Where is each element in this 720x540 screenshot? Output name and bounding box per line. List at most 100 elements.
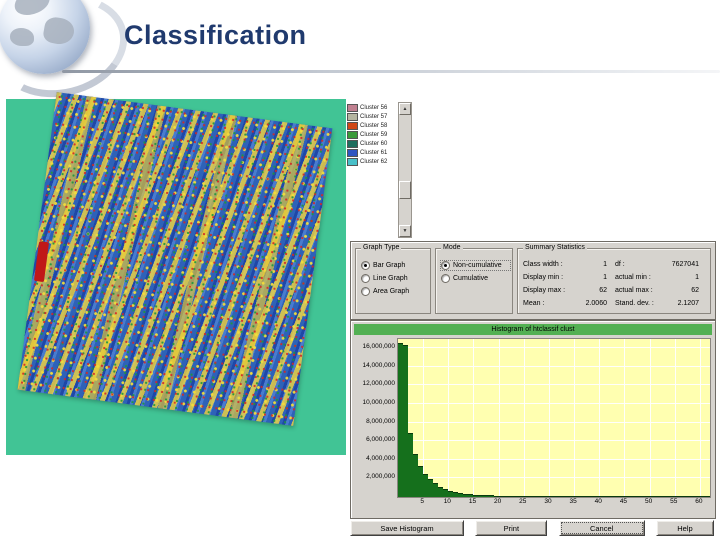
mode-label: Mode (441, 244, 463, 251)
histogram-title: Histogram of htclassif clust (354, 324, 712, 335)
radio-option-area-graph[interactable]: Area Graph (361, 287, 428, 296)
legend-item[interactable]: Cluster 58 (347, 121, 397, 130)
v-gridline (574, 339, 576, 497)
y-tick-label: 10,000,000 (362, 399, 395, 407)
red-cluster-region (33, 241, 50, 283)
v-gridline (548, 339, 550, 497)
stat-row: Mean : 2.0060 (523, 297, 615, 310)
radio-option-bar-graph[interactable]: Bar Graph (361, 261, 428, 270)
stats-col-left: Class width : 1 Display min : 1 Display max … (523, 258, 615, 310)
x-tick-label: 5 (420, 498, 424, 505)
legend-item-label: Cluster 62 (360, 158, 388, 165)
summary-statistics-groupbox: Summary Statistics Class width :1 Display… (517, 244, 711, 314)
stat-row: Class width : 1 (523, 258, 615, 271)
radio-button-icon (441, 261, 450, 270)
y-tick-label: 8,000,000 (366, 417, 395, 425)
radio-option-label: Line Graph (373, 275, 408, 282)
stat-row: Display min : 1 (523, 271, 615, 284)
legend-item-label: Cluster 60 (360, 140, 388, 147)
radio-button-icon (361, 274, 370, 283)
legend-item[interactable]: Cluster 56 (347, 103, 397, 112)
histogram-plot (397, 338, 711, 498)
globe-logo-icon (0, 0, 139, 111)
legend-item-label: Cluster 58 (360, 122, 388, 129)
y-tick-label: 4,000,000 (366, 454, 395, 462)
radio-option-cumulative[interactable]: Cumulative (441, 274, 510, 283)
stat-value: 1 (695, 274, 699, 281)
slide: Classification Cluster 56 Cluster 57 Clust… (0, 0, 720, 540)
graph-type-groupbox: Graph Type Bar Graph Line Graph Area Graph (355, 244, 431, 314)
v-gridline (498, 339, 500, 497)
stat-label: Display max : (523, 287, 566, 294)
radio-option-label: Non-cumulative (453, 262, 502, 269)
stat-label: df : (615, 261, 625, 268)
x-tick-label: 35 (569, 498, 577, 505)
legend-color-chip (347, 121, 358, 130)
summary-statistics-table: Class width : 1 Display min : 1 Display max … (523, 258, 707, 310)
v-gridline (674, 339, 676, 497)
legend-item[interactable]: Cluster 57 (347, 112, 397, 121)
histogram-options-dialog: Graph Type Bar Graph Line Graph Area Graph… (350, 241, 716, 320)
v-gridline (448, 339, 450, 497)
scroll-up-icon[interactable]: ▲ (399, 103, 411, 115)
legend-item-label: Cluster 56 (360, 104, 388, 111)
radio-option-line-graph[interactable]: Line Graph (361, 274, 428, 283)
x-tick-label: 55 (670, 498, 678, 505)
h-gridline (398, 365, 710, 367)
histogram-bar (704, 496, 710, 497)
globe-land-icon (10, 28, 34, 46)
h-gridline (398, 421, 710, 423)
v-gridline (699, 339, 701, 497)
legend-item-label: Cluster 59 (360, 131, 388, 138)
legend-color-chip (347, 148, 358, 157)
save-histogram-button[interactable]: Save Histogram (350, 520, 464, 536)
globe-land-icon (11, 0, 53, 19)
v-gridline (473, 339, 475, 497)
page-title: Classification (124, 20, 307, 50)
x-tick-label: 10 (443, 498, 451, 505)
stat-value: 1 (603, 274, 607, 281)
legend-color-chip (347, 139, 358, 148)
cluster-legend-list: Cluster 56 Cluster 57 Cluster 58 Cluster 59… (347, 103, 397, 166)
scrollbar-thumb[interactable] (399, 180, 411, 199)
stat-row: df : 7627041 (615, 258, 707, 271)
dialog-button-row: Save Histogram Print Cancel Help (350, 520, 714, 536)
radio-option-non-cumulative[interactable]: Non-cumulative (440, 260, 511, 271)
stat-label: Stand. dev. : (615, 300, 654, 307)
help-button[interactable]: Help (655, 520, 714, 536)
radio-option-label: Cumulative (453, 275, 489, 282)
stat-row: actual max : 62 (615, 284, 707, 297)
h-gridline (398, 384, 710, 386)
legend-scrollbar[interactable]: ▲ ▼ (398, 102, 412, 238)
stat-value: 62 (599, 287, 607, 294)
cluster-legend: Cluster 56 Cluster 57 Cluster 58 Cluster 59… (346, 102, 412, 238)
x-tick-label: 60 (695, 498, 703, 505)
classified-image-panel (6, 92, 346, 455)
x-tick-label: 20 (494, 498, 502, 505)
x-tick-label: 25 (519, 498, 527, 505)
radio-option-label: Area Graph (373, 288, 410, 295)
y-tick-label: 12,000,000 (362, 380, 395, 388)
print-button[interactable]: Print (475, 520, 548, 536)
legend-item[interactable]: Cluster 61 (347, 148, 397, 157)
x-tick-label: 50 (644, 498, 653, 505)
radio-option-label: Bar Graph (373, 262, 406, 269)
legend-item[interactable]: Cluster 59 (347, 130, 397, 139)
globe-land-icon (41, 15, 77, 47)
legend-color-chip (347, 103, 358, 112)
stat-value: 7627041 (671, 261, 699, 268)
h-gridline (398, 347, 710, 349)
cancel-button[interactable]: Cancel (558, 520, 645, 536)
v-gridline (599, 339, 601, 497)
scroll-down-icon[interactable]: ▼ (399, 225, 411, 237)
x-tick-label: 15 (468, 498, 477, 505)
stat-label: Display min : (523, 274, 564, 281)
stat-label: Mean : (523, 300, 545, 307)
legend-item[interactable]: Cluster 60 (347, 139, 397, 148)
legend-color-chip (347, 157, 358, 166)
mode-options: Non-cumulative Cumulative (440, 257, 511, 283)
legend-item[interactable]: Cluster 62 (347, 157, 397, 166)
v-gridline (624, 339, 626, 497)
v-gridline (649, 339, 651, 497)
stat-row: actual min : 1 (615, 271, 707, 284)
